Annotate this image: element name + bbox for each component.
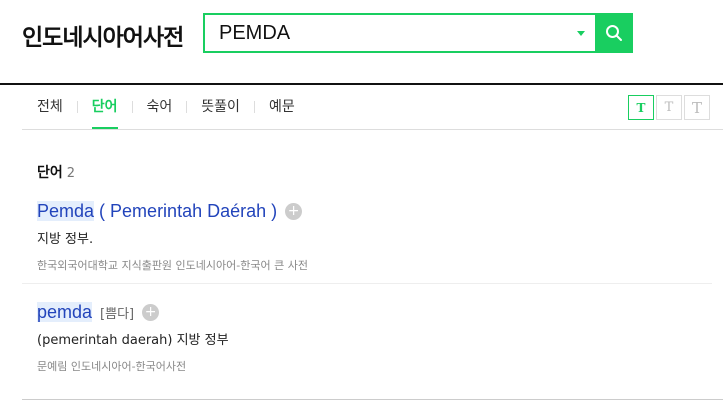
meaning: 지방 정부. — [37, 232, 94, 247]
dictionary-logo[interactable]: 인도네시아어사전 — [22, 18, 184, 52]
list-item: pemda [쁨다] + (pemerintah daerah) 지방 정부 문… — [37, 301, 229, 374]
dictionary-source: 문예림 인도네시아어-한국어사전 — [37, 360, 187, 373]
font-size-selector: T T T — [626, 95, 710, 120]
headword-link[interactable]: pemda — [37, 301, 93, 323]
add-wordbook-icon[interactable]: + — [285, 202, 303, 220]
list-item: Pemda ( Pemerintah Daérah ) + 지방 정부. 한국외… — [37, 200, 308, 273]
tab-all[interactable]: 전체 — [23, 85, 77, 129]
entry-divider — [22, 283, 712, 284]
pronunciation: [쁨다] — [100, 306, 135, 322]
tab-meanings[interactable]: 뜻풀이 — [187, 85, 254, 129]
result-count: 2 — [66, 166, 76, 181]
tab-words[interactable]: 단어 — [78, 85, 132, 129]
section-bottom-divider — [22, 399, 723, 400]
section-title-label: 단어 — [37, 165, 63, 181]
font-size-medium-button[interactable]: T — [656, 95, 682, 120]
tab-examples[interactable]: 예문 — [255, 85, 309, 129]
headword-highlight: pemda — [37, 301, 93, 322]
font-size-large-button[interactable]: T — [684, 95, 710, 120]
headword-row: Pemda ( Pemerintah Daérah ) + — [37, 200, 308, 222]
tab-idioms[interactable]: 숙어 — [133, 85, 187, 129]
search-input[interactable] — [205, 15, 567, 51]
headword-link[interactable]: Pemda ( Pemerintah Daérah ) — [37, 200, 278, 222]
font-size-small-button[interactable]: T — [628, 95, 654, 120]
add-wordbook-icon[interactable]: + — [142, 303, 160, 321]
search-bar — [203, 13, 633, 53]
search-icon — [606, 25, 622, 41]
chevron-down-icon — [577, 30, 585, 36]
headword-expansion: ( Pemerintah Daérah ) — [94, 200, 278, 221]
headword-row: pemda [쁨다] + — [37, 301, 229, 323]
section-title: 단어 2 — [37, 162, 75, 182]
autocomplete-toggle[interactable] — [567, 15, 595, 51]
search-button[interactable] — [595, 13, 633, 53]
meaning: (pemerintah daerah) 지방 정부 — [37, 333, 229, 348]
tab-bar: 전체 단어 숙어 뜻풀이 예문 — [23, 85, 309, 129]
tab-divider — [22, 129, 723, 130]
header: 인도네시아어사전 — [0, 0, 723, 84]
headword-highlight: Pemda — [37, 200, 95, 221]
dictionary-source: 한국외국어대학교 지식출판원 인도네시아어-한국어 큰 사전 — [37, 259, 308, 272]
